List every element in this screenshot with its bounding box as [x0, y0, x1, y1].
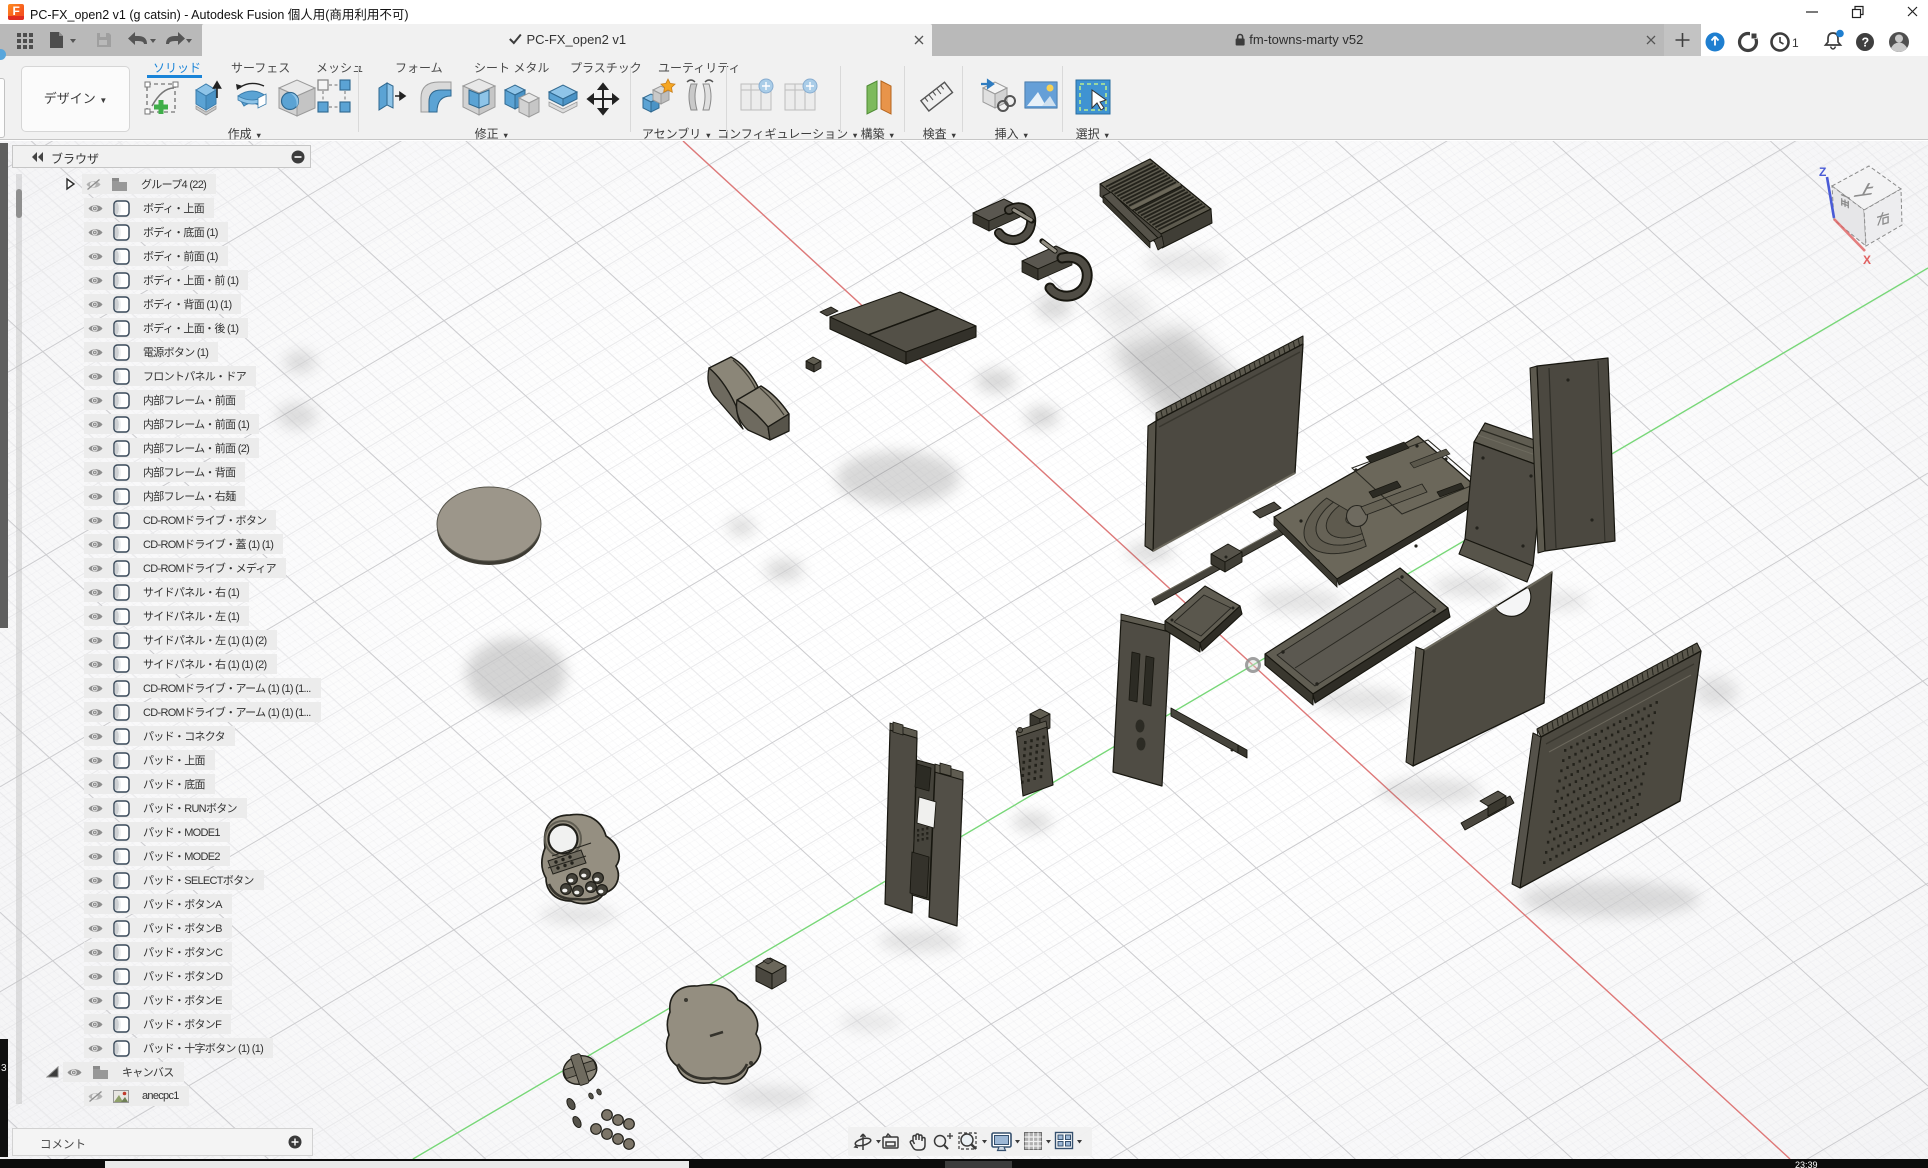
svg-text:X: X: [1863, 253, 1871, 267]
svg-text:1: 1: [1792, 36, 1799, 50]
svg-text:Z: Z: [1819, 165, 1826, 179]
svg-text:?: ?: [1862, 36, 1870, 50]
